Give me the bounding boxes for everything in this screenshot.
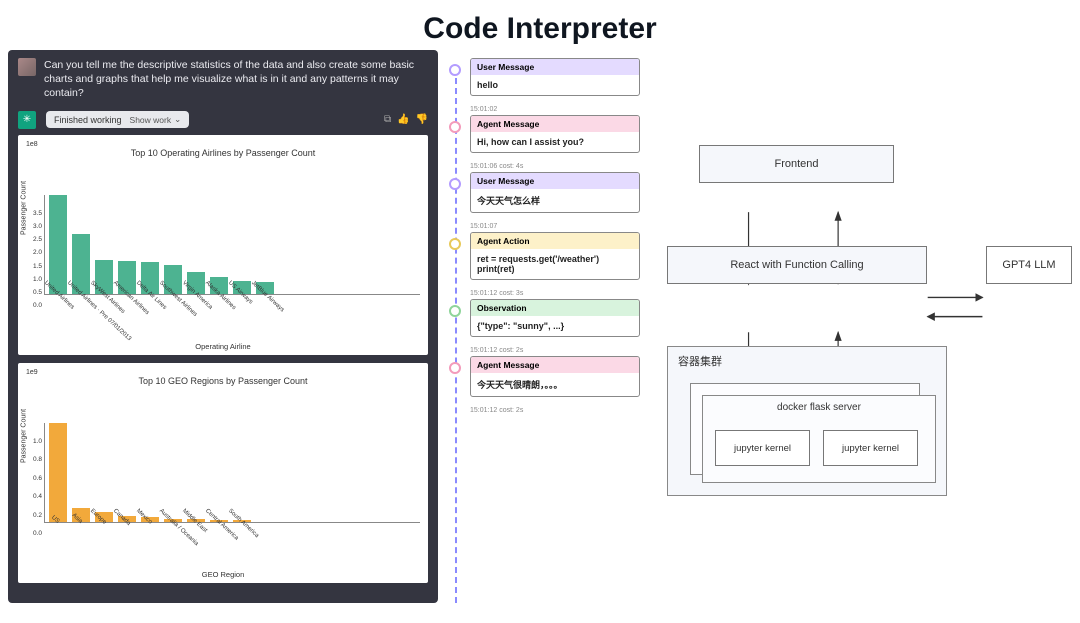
timeline-item: Observation{"type": "sunny", ...} <box>446 299 646 337</box>
box-cluster: 容器集群 docker flask server jupyter kernel … <box>667 346 947 496</box>
timeline-body: 今天天气很晴朗，。。。 <box>471 373 639 396</box>
timeline-item: Agent Actionret = requests.get('/weather… <box>446 232 646 280</box>
assistant-avatar: ✳ <box>18 111 36 129</box>
thumbs-down-icon[interactable]: 👎 <box>416 114 428 125</box>
chevron-down-icon: ⌄ <box>174 114 181 125</box>
chart-xlabel: GEO Region <box>26 570 420 579</box>
timeline-card: Agent MessageHi, how can I assist you? <box>470 115 640 153</box>
copy-icon[interactable]: ⧉ <box>384 114 391 125</box>
timeline-kind: Agent Message <box>471 116 639 132</box>
page-title: Code Interpreter <box>0 0 1080 50</box>
timeline-card: User Message今天天气怎么样 <box>470 172 640 213</box>
timeline-card: Agent Actionret = requests.get('/weather… <box>470 232 640 280</box>
timeline-item: User Message今天天气怎么样 <box>446 172 646 213</box>
timeline-dot <box>449 121 461 133</box>
chart-scale: 1e8 <box>26 141 420 148</box>
box-frontend: Frontend <box>699 145 894 183</box>
timeline-kind: Observation <box>471 300 639 316</box>
timeline-body: ret = requests.get('/weather') print(ret… <box>471 249 639 279</box>
user-prompt-text: Can you tell me the descriptive statisti… <box>44 58 428 101</box>
box-kernel-1: jupyter kernel <box>715 430 810 466</box>
chart-xlabels: United AirlinesUnited Airlines · Pre 07/… <box>48 295 416 301</box>
box-docker: docker flask server jupyter kernel jupyt… <box>702 395 936 483</box>
timeline-body: Hi, how can I assist you? <box>471 132 639 152</box>
architecture-diagram: Frontend React with Function Calling GPT… <box>654 50 1072 603</box>
timeline-body: hello <box>471 75 639 95</box>
timeline-time: 15:01:12 cost: 2s <box>446 407 646 416</box>
user-message-row: Can you tell me the descriptive statisti… <box>18 58 428 101</box>
timeline-item: Agent MessageHi, how can I assist you? <box>446 115 646 153</box>
timeline-card: Observation{"type": "sunny", ...} <box>470 299 640 337</box>
status-pill-label: Finished working <box>54 115 122 125</box>
timeline-time: 15:01:06 cost: 4s <box>446 163 646 172</box>
timeline-item: Agent Message今天天气很晴朗，。。。 <box>446 356 646 397</box>
box-kernel-2: jupyter kernel <box>823 430 918 466</box>
cluster-label: 容器集群 <box>678 353 722 369</box>
chart-airlines: 1e8Top 10 Operating Airlines by Passenge… <box>18 135 428 355</box>
chart-yaxis: 1.00.80.60.40.20.0 <box>26 438 44 538</box>
timeline-dot <box>449 305 461 317</box>
timeline-body: {"type": "sunny", ...} <box>471 316 639 336</box>
timeline-kind: Agent Message <box>471 357 639 373</box>
timeline-time: 15:01:02 <box>446 106 646 115</box>
timeline-dot <box>449 238 461 250</box>
timeline-time: 15:01:12 cost: 2s <box>446 347 646 356</box>
chart-ylabel: Passenger Count <box>21 180 28 234</box>
chart-yaxis: 3.53.02.52.01.51.00.50.0 <box>26 210 44 310</box>
timeline-dot <box>449 362 461 374</box>
timeline-time: 15:01:12 cost: 3s <box>446 290 646 299</box>
timeline-dot <box>449 178 461 190</box>
show-work-toggle[interactable]: Show work ⌄ <box>130 114 182 125</box>
user-avatar <box>18 58 36 76</box>
timeline-card: Agent Message今天天气很晴朗，。。。 <box>470 356 640 397</box>
chart-ylabel: Passenger Count <box>21 408 28 462</box>
timeline-item: User Messagehello <box>446 58 646 96</box>
timeline-kind: User Message <box>471 173 639 189</box>
timeline-body: 今天天气怎么样 <box>471 189 639 212</box>
chart-scale: 1e9 <box>26 369 420 376</box>
timeline-kind: Agent Action <box>471 233 639 249</box>
timeline-dot <box>449 64 461 76</box>
chart-xlabel: Operating Airline <box>26 342 420 351</box>
timeline-card: User Messagehello <box>470 58 640 96</box>
box-llm: GPT4 LLM <box>986 246 1072 284</box>
box-react: React with Function Calling <box>667 246 927 284</box>
timeline-panel: User Messagehello15:01:02Agent MessageHi… <box>446 50 646 603</box>
status-pill[interactable]: Finished working Show work ⌄ <box>46 111 189 128</box>
timeline-kind: User Message <box>471 59 639 75</box>
chat-panel: Can you tell me the descriptive statisti… <box>8 50 438 603</box>
thumbs-up-icon[interactable]: 👍 <box>397 114 409 125</box>
chart-geo-regions: 1e9Top 10 GEO Regions by Passenger Count… <box>18 363 428 583</box>
docker-label: docker flask server <box>703 402 935 413</box>
timeline-time: 15:01:07 <box>446 223 646 232</box>
chart-title: Top 10 GEO Regions by Passenger Count <box>26 376 420 386</box>
chart-title: Top 10 Operating Airlines by Passenger C… <box>26 148 420 158</box>
chart-bars <box>44 423 420 523</box>
chart-xlabels: USAsiaEuropeCanadaMexicoAustralia / Ocea… <box>48 523 416 529</box>
chart-bars <box>44 195 420 295</box>
